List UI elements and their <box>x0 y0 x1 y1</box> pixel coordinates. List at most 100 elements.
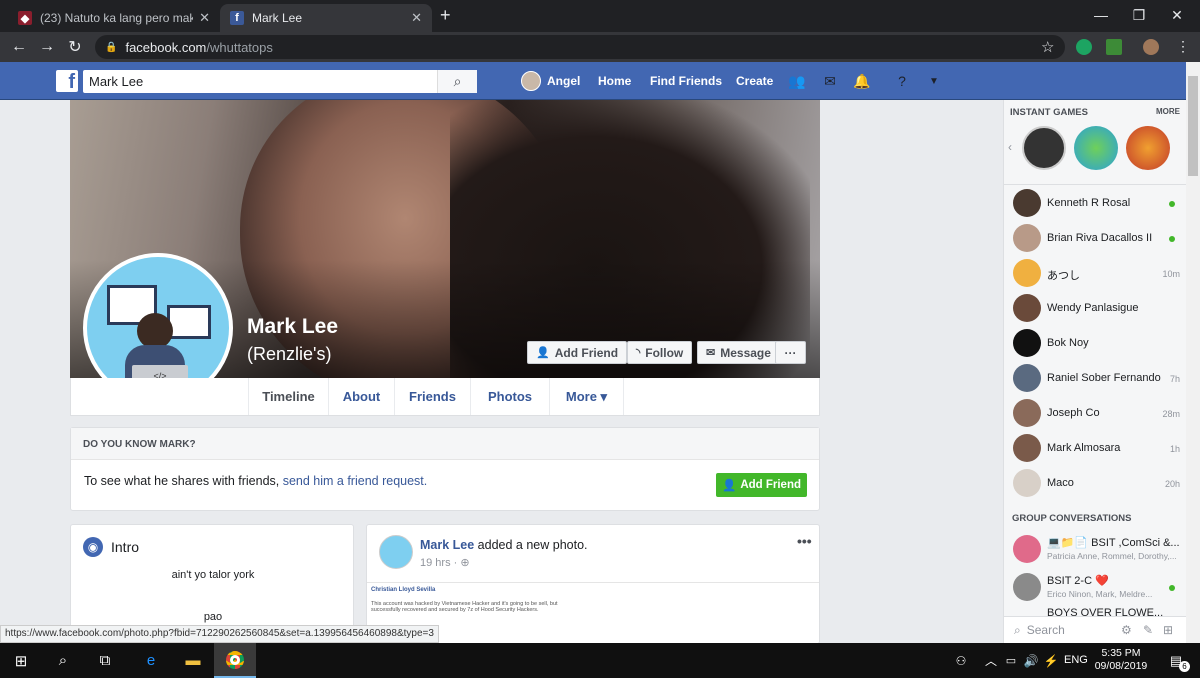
post-photo-name: Christian Lloyd Sevilla <box>371 587 436 593</box>
search-icon[interactable]: ⌕ <box>42 643 84 678</box>
chat-search-input[interactable]: ⌕ Search ⚙ ✎ ⊞ <box>1004 616 1187 643</box>
new-message-icon[interactable]: ✎ <box>1143 623 1153 637</box>
group-name: BSIT 2-C ❤️ <box>1047 575 1109 587</box>
last-active-time: 1h <box>1169 444 1180 454</box>
tab-photos[interactable]: Photos <box>471 378 550 415</box>
tab-more[interactable]: More ▾ <box>550 378 624 415</box>
edge-browser-icon[interactable]: e <box>130 643 172 678</box>
contact-item[interactable]: Maco 20h <box>1004 466 1187 501</box>
link-preview-status: https://www.facebook.com/photo.php?fbid=… <box>0 625 439 643</box>
contact-item[interactable]: Mark Almosara 1h <box>1004 431 1187 466</box>
follow-button[interactable]: ◝ Follow <box>627 341 693 364</box>
file-explorer-icon[interactable]: ▬ <box>172 643 214 678</box>
group-chat-icon[interactable]: ⊞ <box>1163 623 1173 637</box>
do-you-know-text: To see what he shares with friends, send… <box>84 474 427 488</box>
back-button[interactable]: ← <box>8 37 30 57</box>
game-icon[interactable] <box>1074 126 1118 170</box>
url-input[interactable]: 🔒 facebook.com/whuttatops <box>95 35 1065 59</box>
profile-avatar[interactable] <box>1143 39 1159 55</box>
game-icon[interactable] <box>1126 126 1170 170</box>
add-friend-button[interactable]: 👤 Add Friend <box>527 341 628 364</box>
browser-tab-bar: ◆ (23) Natuto ka lang pero maka a ✕ f Ma… <box>0 0 1200 32</box>
group-item[interactable]: BSIT 2-C ❤️ Erico Ninon, Mark, Meldre... <box>1004 570 1187 608</box>
post-author-link[interactable]: Mark Lee <box>420 538 474 552</box>
add-friend-label: Add Friend <box>554 345 619 360</box>
close-window-button[interactable]: ✕ <box>1154 0 1200 30</box>
bookmark-star-icon[interactable]: ☆ <box>1041 38 1054 56</box>
nav-create-link[interactable]: Create <box>736 74 773 88</box>
close-tab-icon[interactable]: ✕ <box>199 10 210 26</box>
forward-button[interactable]: → <box>36 37 58 57</box>
contact-name: Mark Almosara <box>1047 442 1121 454</box>
nav-find-friends-link[interactable]: Find Friends <box>650 74 722 88</box>
avatar-screen <box>167 305 211 339</box>
avatar <box>1013 294 1041 322</box>
tab-title: (23) Natuto ka lang pero maka a <box>40 11 194 25</box>
contact-item[interactable]: Brian Riva Dacallos II <box>1004 221 1187 256</box>
contact-item[interactable]: Kenneth R Rosal <box>1004 186 1187 221</box>
avatar <box>1013 364 1041 392</box>
scrollbar-thumb[interactable] <box>1188 76 1198 176</box>
extension-badge-icon[interactable] <box>1106 39 1122 55</box>
divider <box>1004 184 1187 185</box>
post-timestamp[interactable]: 19 hrs · ⊕ <box>420 556 470 569</box>
messenger-icon[interactable]: ✉ <box>821 72 839 90</box>
group-item[interactable]: 💻📁📄 BSIT ,ComSci &... Patricia Anne, Romm… <box>1004 532 1187 570</box>
avatar <box>1013 469 1041 497</box>
reload-button[interactable]: ↻ <box>64 37 86 57</box>
settings-gear-icon[interactable]: ⚙ <box>1121 623 1132 637</box>
avatar-person <box>137 313 173 349</box>
contact-item[interactable]: Raniel Sober Fernando 7h <box>1004 361 1187 396</box>
help-icon[interactable]: ? <box>893 72 911 90</box>
close-tab-icon[interactable]: ✕ <box>411 10 422 26</box>
nav-home-link[interactable]: Home <box>598 74 631 88</box>
intro-bio-line: pao <box>203 611 223 623</box>
post-author-avatar[interactable] <box>379 535 413 569</box>
facebook-logo-icon[interactable]: f <box>56 70 78 92</box>
tab-natuto[interactable]: ◆ (23) Natuto ka lang pero maka a ✕ <box>8 4 220 32</box>
games-more-link[interactable]: MORE <box>1156 107 1180 116</box>
add-friend-icon: 👤 <box>536 347 550 359</box>
page-scrollbar[interactable] <box>1186 62 1200 643</box>
grammarly-extension-icon[interactable] <box>1076 39 1092 55</box>
user-avatar[interactable] <box>521 71 541 91</box>
notifications-bell-icon[interactable]: 🔔 <box>853 72 871 90</box>
chrome-taskbar-icon[interactable] <box>214 643 256 678</box>
more-options-button[interactable]: ··· <box>775 341 806 364</box>
tab-timeline[interactable]: Timeline <box>248 378 329 415</box>
contact-item[interactable]: Joseph Co 28m <box>1004 396 1187 431</box>
account-dropdown-icon[interactable]: ▼ <box>925 72 943 90</box>
contact-name: Wendy Panlasigue <box>1047 302 1139 314</box>
group-item[interactable]: BOYS OVER FLOWE... <box>1004 605 1187 616</box>
friend-requests-icon[interactable]: 👥 <box>788 72 806 90</box>
new-tab-button[interactable]: + <box>440 5 451 26</box>
do-you-know-text-body: To see what he shares with friends, <box>84 474 283 488</box>
messenger-icon: ✉ <box>706 347 716 359</box>
post-options-icon[interactable]: ••• <box>797 533 812 549</box>
tab-about[interactable]: About <box>329 378 395 415</box>
contact-item[interactable]: Wendy Panlasigue <box>1004 291 1187 326</box>
facebook-header: f Mark Lee ⌕ Angel Home Find Friends Cre… <box>0 62 1186 100</box>
nav-user-link[interactable]: Angel <box>547 74 580 88</box>
facebook-search-input[interactable]: Mark Lee <box>83 70 477 93</box>
system-clock[interactable]: 5:35 PM 09/08/2019 <box>1093 647 1149 673</box>
language-indicator[interactable]: ENG <box>1064 654 1088 666</box>
chrome-menu-icon[interactable]: ⋮ <box>1176 38 1190 55</box>
post-photo-text: This account was hacked by Vietnamese Ha… <box>371 601 558 613</box>
contact-item[interactable]: Bok Noy <box>1004 326 1187 361</box>
message-button[interactable]: ✉ Message <box>697 341 780 364</box>
tab-friends[interactable]: Friends <box>395 378 471 415</box>
action-center-icon[interactable]: ▤ 6 <box>1155 643 1197 678</box>
contact-item[interactable]: あつし 10m <box>1004 256 1187 291</box>
do-you-know-heading: DO YOU KNOW MARK? <box>71 428 819 460</box>
follow-label: Follow <box>645 345 684 360</box>
avatar <box>1013 399 1041 427</box>
windows-start-icon[interactable]: ⊞ <box>0 643 42 678</box>
tab-mark-lee[interactable]: f Mark Lee ✕ <box>220 4 432 32</box>
add-friend-green-button[interactable]: 👤 Add Friend <box>716 473 807 497</box>
task-view-icon[interactable]: ⧉ <box>84 643 126 678</box>
send-friend-request-link[interactable]: send him a friend request. <box>283 474 428 488</box>
search-icon[interactable]: ⌕ <box>437 70 477 93</box>
chess-game-icon[interactable] <box>1022 126 1066 170</box>
games-prev-icon[interactable]: ‹ <box>1008 140 1012 154</box>
